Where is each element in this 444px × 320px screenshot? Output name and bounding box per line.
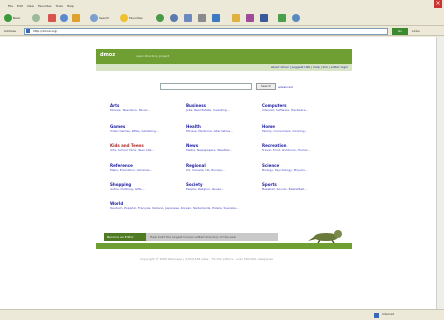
vertical-scrollbar[interactable] <box>436 37 444 309</box>
menu-view[interactable]: View <box>27 2 34 10</box>
category-subs[interactable]: Travel, Food, Outdoors, Humor... <box>262 148 310 152</box>
category-subs[interactable]: Internet, Software, Hardware... <box>262 108 308 112</box>
media-icon <box>156 14 164 22</box>
category-regional[interactable]: Regional US, Canada, UK, Europe... <box>186 163 225 172</box>
category-subs[interactable]: Family, Consumers, Cooking... <box>262 129 307 133</box>
page-viewport: dmoz open directory project about dmoz |… <box>0 37 436 309</box>
status-bar: Internet <box>0 309 444 320</box>
internet-zone-icon <box>374 313 379 318</box>
home-icon <box>72 14 80 22</box>
category-subs[interactable]: Arts, School Time, Teen Life... <box>110 148 154 152</box>
category-recreation[interactable]: Recreation Travel, Food, Outdoors, Humor… <box>262 143 310 152</box>
category-computers[interactable]: Computers Internet, Software, Hardware..… <box>262 103 308 112</box>
browser-toolbar: Back Search Favorites <box>0 10 444 26</box>
top-nav-links[interactable]: about dmoz | suggest URL | help | link |… <box>271 65 348 69</box>
category-science[interactable]: Science Biology, Psychology, Physics... <box>262 163 308 172</box>
folder-button[interactable] <box>232 13 240 23</box>
status-zone-label: Internet <box>382 312 394 316</box>
category-world[interactable]: World Deutsch, Español, Français, Italia… <box>110 201 239 210</box>
address-bar: Address http://dmoz.org/ Go Links <box>0 27 444 36</box>
key-button[interactable] <box>292 13 300 23</box>
category-subs[interactable]: Baseball, Soccer, Basketball... <box>262 187 307 191</box>
home-button[interactable] <box>72 13 80 23</box>
menu-tools[interactable]: Tools <box>56 2 63 10</box>
address-input[interactable]: http://dmoz.org/ <box>24 28 388 35</box>
page-icon <box>26 29 30 33</box>
messenger-icon <box>246 14 254 22</box>
refresh-button[interactable] <box>60 13 68 23</box>
site-tagline: open directory project <box>136 54 170 58</box>
key-icon <box>292 14 300 22</box>
print-button[interactable] <box>198 13 206 23</box>
category-health[interactable]: Health Fitness, Medicine, Alternative... <box>186 124 233 133</box>
refresh-icon <box>60 14 68 22</box>
search-input[interactable] <box>160 83 252 90</box>
print-icon <box>198 14 206 22</box>
history-icon <box>170 14 178 22</box>
stop-icon <box>48 14 56 22</box>
top-nav: about dmoz | suggest URL | help | link |… <box>96 64 352 71</box>
search-toolbar-button[interactable]: Search <box>90 13 109 23</box>
magnifier-icon <box>90 14 98 22</box>
category-subs[interactable]: Deutsch, Español, Français, Italiano, Ja… <box>110 206 239 210</box>
category-subs[interactable]: Fitness, Medicine, Alternative... <box>186 129 233 133</box>
tool-icon <box>278 14 286 22</box>
category-subs[interactable]: Media, Newspapers, Weather... <box>186 148 232 152</box>
site-header: dmoz open directory project <box>96 49 352 64</box>
menu-favorites[interactable]: Favorites <box>38 2 52 10</box>
forward-arrow-icon <box>32 14 40 22</box>
mail-icon <box>184 14 192 22</box>
category-subs[interactable]: Autos, Clothing, Gifts... <box>110 187 145 191</box>
advanced-search-link[interactable]: advanced <box>278 85 293 89</box>
forward-button[interactable] <box>32 13 40 23</box>
footer-info-bar: Help build the largest human-edited dire… <box>146 233 278 241</box>
search-button[interactable]: Search <box>256 83 276 90</box>
category-sports[interactable]: Sports Baseball, Soccer, Basketball... <box>262 182 307 191</box>
category-business[interactable]: Business Jobs, Real Estate, Investing... <box>186 103 230 112</box>
category-subs[interactable]: Maps, Education, Libraries... <box>110 168 152 172</box>
menu-edit[interactable]: Edit <box>17 2 23 10</box>
category-news[interactable]: News Media, Newspapers, Weather... <box>186 143 232 152</box>
mail-button[interactable] <box>184 13 192 23</box>
category-subs[interactable]: People, Religion, Issues... <box>186 187 224 191</box>
copyright-text: Copyright © 2006 Netscape | 4,830,584 si… <box>140 257 273 261</box>
mascot-lizard-icon <box>308 230 342 243</box>
footer-green-bar <box>96 243 352 249</box>
stop-button[interactable] <box>48 13 56 23</box>
star-icon <box>120 14 128 22</box>
favorites-toolbar-button[interactable]: Favorites <box>120 13 143 23</box>
menu-file[interactable]: File <box>8 2 13 10</box>
go-button[interactable]: Go <box>392 28 408 35</box>
menu-help[interactable]: Help <box>67 2 74 10</box>
links-button[interactable]: Links <box>412 29 420 33</box>
research-icon <box>260 14 268 22</box>
research-button[interactable] <box>260 13 268 23</box>
history-button[interactable] <box>170 13 178 23</box>
category-subs[interactable]: Jobs, Real Estate, Investing... <box>186 108 230 112</box>
edit-icon <box>212 14 220 22</box>
category-subs[interactable]: Video Games, RPGs, Gambling... <box>110 129 159 133</box>
category-subs[interactable]: Movies, Television, Music... <box>110 108 150 112</box>
become-editor-tab[interactable]: Become an Editor <box>104 233 146 241</box>
category-reference[interactable]: Reference Maps, Education, Libraries... <box>110 163 152 172</box>
category-kids-teens[interactable]: Kids and Teens Arts, School Time, Teen L… <box>110 143 154 152</box>
category-subs[interactable]: Biology, Psychology, Physics... <box>262 168 308 172</box>
category-shopping[interactable]: Shopping Autos, Clothing, Gifts... <box>110 182 145 191</box>
category-subs[interactable]: US, Canada, UK, Europe... <box>186 168 225 172</box>
messenger-button[interactable] <box>246 13 254 23</box>
extra-tool-button[interactable] <box>278 13 286 23</box>
category-home[interactable]: Home Family, Consumers, Cooking... <box>262 124 307 133</box>
edit-button[interactable] <box>212 13 220 23</box>
category-society[interactable]: Society People, Religion, Issues... <box>186 182 224 191</box>
media-button[interactable] <box>156 13 164 23</box>
close-window-icon[interactable]: × <box>434 0 442 8</box>
category-arts[interactable]: Arts Movies, Television, Music... <box>110 103 150 112</box>
site-logo[interactable]: dmoz <box>100 52 115 58</box>
back-button[interactable]: Back <box>4 13 20 23</box>
folder-icon <box>232 14 240 22</box>
category-games[interactable]: Games Video Games, RPGs, Gambling... <box>110 124 159 133</box>
address-label: Address <box>4 29 16 33</box>
menu-bar: File Edit View Favorites Tools Help <box>0 2 74 10</box>
back-arrow-icon <box>4 14 12 22</box>
